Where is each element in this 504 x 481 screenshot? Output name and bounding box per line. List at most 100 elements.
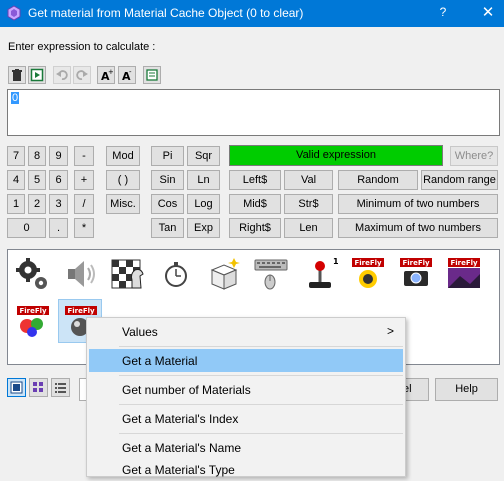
pi-button[interactable]: Pi xyxy=(151,146,184,166)
font-increase-button[interactable]: A + xyxy=(97,66,115,84)
where-button[interactable]: Where? xyxy=(450,146,498,166)
chess-board-icon xyxy=(111,259,144,289)
insert-icon xyxy=(30,68,44,82)
small-icons-view-icon xyxy=(33,382,43,392)
firefly-camera-icon: FireFly xyxy=(400,258,432,286)
help-button[interactable]: Help xyxy=(435,378,498,401)
menu-item-values[interactable]: Values > xyxy=(89,320,403,343)
svg-text:FireFly: FireFly xyxy=(354,259,382,267)
firefly-background-object[interactable]: FireFly xyxy=(442,252,486,296)
menu-item-get-material-name[interactable]: Get a Material's Name xyxy=(89,436,403,459)
key-6[interactable]: 6 xyxy=(49,170,68,190)
view-large-button[interactable] xyxy=(7,378,26,397)
key-4[interactable]: 4 xyxy=(7,170,25,190)
window-title: Get material from Material Cache Object … xyxy=(28,6,304,20)
gears-object[interactable] xyxy=(11,252,55,296)
svg-text:1: 1 xyxy=(333,257,338,266)
help-title-button[interactable]: ? xyxy=(428,0,458,27)
keyboard-mouse-icon xyxy=(254,259,288,290)
undo-button[interactable] xyxy=(53,66,71,84)
key-divide[interactable]: / xyxy=(74,194,94,214)
magic-box-icon xyxy=(210,258,240,290)
random-range-button[interactable]: Random range xyxy=(421,170,498,190)
key-plus[interactable]: + xyxy=(74,170,94,190)
key-7[interactable]: 7 xyxy=(7,146,25,166)
key-0[interactable]: 0 xyxy=(7,218,46,238)
key-multiply[interactable]: * xyxy=(74,218,94,238)
svg-text:FireFly: FireFly xyxy=(19,307,47,315)
right-string-button[interactable]: Right$ xyxy=(229,218,281,238)
insert-button[interactable] xyxy=(28,66,46,84)
left-string-button[interactable]: Left$ xyxy=(229,170,281,190)
stopwatch-icon xyxy=(165,262,187,287)
menu-item-label: Get a Material's Type xyxy=(122,463,235,477)
svg-text:FireFly: FireFly xyxy=(402,259,430,267)
svg-text:+: + xyxy=(108,68,113,76)
large-icons-view-icon xyxy=(10,381,23,394)
key-3[interactable]: 3 xyxy=(49,194,68,214)
svg-text:FireFly: FireFly xyxy=(450,259,478,267)
menu-item-get-material-type[interactable]: Get a Material's Type xyxy=(89,458,403,481)
firefly-colors-object[interactable]: FireFly xyxy=(11,300,55,344)
menu-item-label: Get number of Materials xyxy=(122,383,251,397)
tan-button[interactable]: Tan xyxy=(151,218,184,238)
misc-button[interactable]: Misc. xyxy=(106,194,140,214)
close-button[interactable]: ✕ xyxy=(472,0,504,27)
submenu-arrow-icon: > xyxy=(387,324,395,338)
expression-input[interactable]: 0 xyxy=(7,89,500,136)
firefly-colors-icon: FireFly xyxy=(17,306,49,337)
mid-string-button[interactable]: Mid$ xyxy=(229,194,281,214)
key-9[interactable]: 9 xyxy=(49,146,68,166)
svg-text:-: - xyxy=(129,68,132,76)
firefly-camera-object[interactable]: FireFly xyxy=(394,252,438,296)
key-2[interactable]: 2 xyxy=(28,194,46,214)
redo-icon xyxy=(76,70,88,80)
app-icon xyxy=(7,5,21,21)
active-object[interactable] xyxy=(202,252,246,296)
font-increase-icon: A + xyxy=(101,68,113,82)
cos-button[interactable]: Cos xyxy=(151,194,184,214)
key-decimal[interactable]: . xyxy=(49,218,68,238)
menu-item-label: Get a Material's Name xyxy=(122,441,241,455)
view-small-button[interactable] xyxy=(29,378,48,397)
keyboard-mouse-object[interactable] xyxy=(250,252,294,296)
val-button[interactable]: Val xyxy=(284,170,333,190)
parentheses-button[interactable]: ( ) xyxy=(106,170,140,190)
redo-button[interactable] xyxy=(73,66,91,84)
board-game-object[interactable] xyxy=(106,252,150,296)
view-list-button[interactable] xyxy=(51,378,70,397)
log-button[interactable]: Log xyxy=(187,194,220,214)
delete-button[interactable] xyxy=(8,66,26,84)
minimum-button[interactable]: Minimum of two numbers xyxy=(338,194,498,214)
font-decrease-icon: A - xyxy=(122,68,132,82)
menu-item-get-number-of-materials[interactable]: Get number of Materials xyxy=(89,378,403,401)
sqr-button[interactable]: Sqr xyxy=(187,146,220,166)
menu-item-label: Get a Material's Index xyxy=(122,412,239,426)
font-decrease-button[interactable]: A - xyxy=(118,66,136,84)
speaker-icon xyxy=(68,261,95,287)
menu-item-get-material-index[interactable]: Get a Material's Index xyxy=(89,407,403,430)
sound-object[interactable] xyxy=(58,252,102,296)
firefly-engine-object[interactable]: FireFly xyxy=(346,252,390,296)
joystick-object[interactable]: 1 xyxy=(298,252,342,296)
key-5[interactable]: 5 xyxy=(28,170,46,190)
str-button[interactable]: Str$ xyxy=(284,194,333,214)
key-1[interactable]: 1 xyxy=(7,194,25,214)
trash-icon xyxy=(12,69,22,81)
maximum-button[interactable]: Maximum of two numbers xyxy=(338,218,498,238)
sin-button[interactable]: Sin xyxy=(151,170,184,190)
joystick-icon: 1 xyxy=(309,257,338,288)
random-button[interactable]: Random xyxy=(338,170,418,190)
mod-button[interactable]: Mod xyxy=(106,146,140,166)
exp-button[interactable]: Exp xyxy=(187,218,220,238)
timer-object[interactable] xyxy=(154,252,198,296)
key-minus[interactable]: - xyxy=(74,146,94,166)
len-button[interactable]: Len xyxy=(284,218,333,238)
gears-icon xyxy=(16,258,47,289)
validity-status: Valid expression xyxy=(229,145,443,166)
ln-button[interactable]: Ln xyxy=(187,170,220,190)
calculator-button[interactable] xyxy=(143,66,161,84)
menu-item-get-a-material[interactable]: Get a Material xyxy=(89,349,403,372)
key-8[interactable]: 8 xyxy=(28,146,46,166)
list-view-icon xyxy=(55,383,66,393)
